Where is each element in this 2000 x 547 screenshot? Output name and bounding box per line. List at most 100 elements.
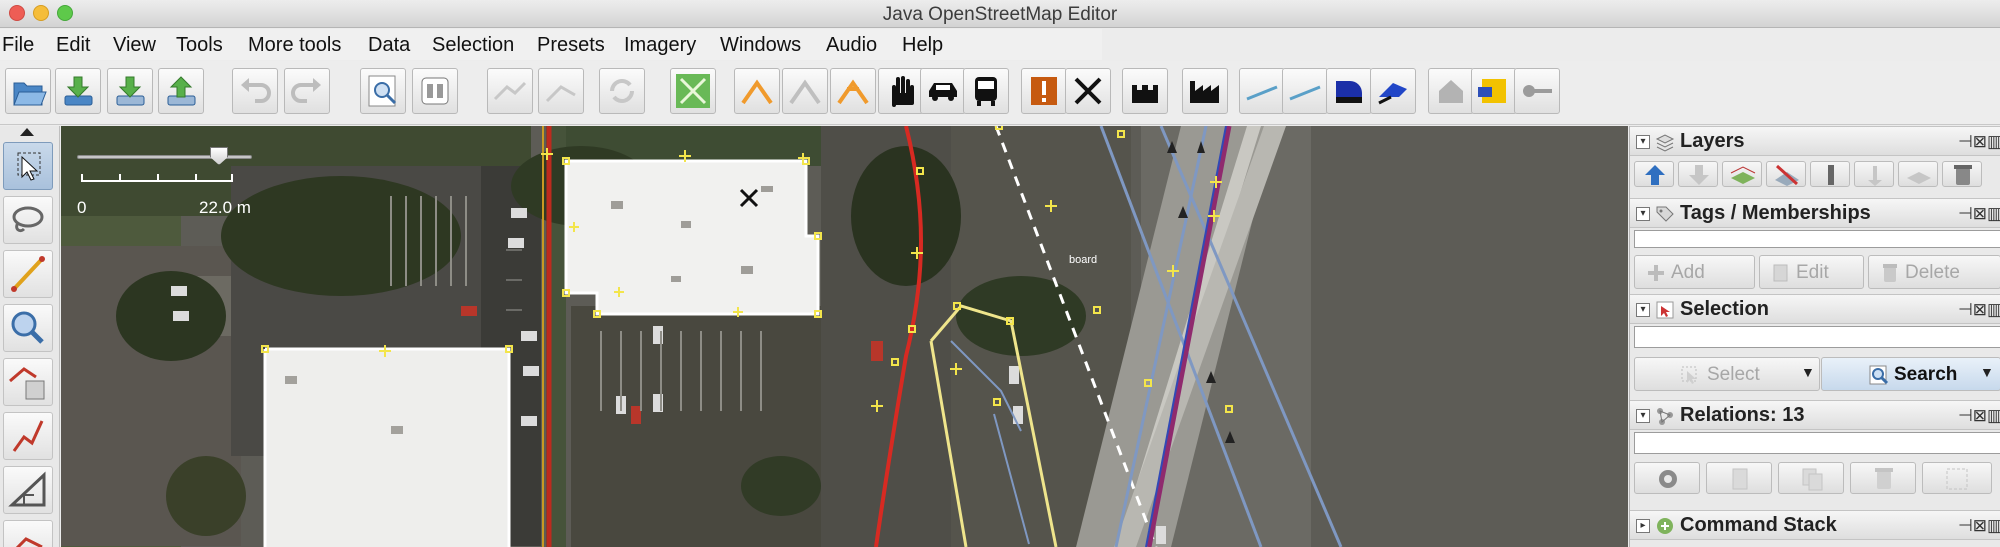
move-down-button[interactable] (1678, 161, 1718, 187)
panel-controls-icon[interactable]: ⊣⊠▥ (1958, 300, 2000, 320)
show-all-button[interactable] (1898, 161, 1938, 187)
opacity-button[interactable] (1810, 161, 1850, 187)
road-preset-3-button[interactable] (830, 68, 876, 114)
zoom-preferences-button[interactable] (360, 68, 406, 114)
selection-panel-header[interactable]: ▾ Selection ⊣⊠▥ (1630, 294, 2000, 324)
menu-audio[interactable]: Audio (826, 34, 877, 57)
zoom-slider-thumb[interactable] (210, 147, 228, 165)
delete-relation-button[interactable] (1850, 462, 1916, 494)
panel-controls-icon[interactable]: ⊣⊠▥ (1958, 516, 2000, 536)
plus-icon (1648, 265, 1664, 281)
building-preset-button[interactable] (1326, 68, 1372, 114)
wireframe-button[interactable] (670, 68, 716, 114)
warning-preset-button[interactable] (1021, 68, 1067, 114)
zoom-tool-icon (11, 311, 44, 344)
split-way-button[interactable] (487, 68, 533, 114)
preferences-icon (421, 77, 449, 105)
move-up-button[interactable] (1634, 161, 1674, 187)
bus-preset-button[interactable] (963, 68, 1009, 114)
relations-list[interactable] (1634, 432, 2000, 454)
menu-view[interactable]: View (113, 34, 156, 57)
menu-presets[interactable]: Presets (537, 34, 605, 57)
scale-tick (119, 174, 121, 182)
line-preset-2-button[interactable] (1282, 68, 1328, 114)
delete-tool-button[interactable] (3, 358, 53, 406)
menu-bar: File Edit View Tools More tools Data Sel… (0, 29, 1102, 60)
menu-windows[interactable]: Windows (720, 34, 801, 57)
menu-tools[interactable]: Tools (176, 34, 223, 57)
relations-panel-header[interactable]: ▾ Relations: 13 ⊣⊠▥ (1630, 400, 2000, 430)
combine-way-button[interactable] (538, 68, 584, 114)
scroll-up-icon[interactable] (20, 128, 34, 136)
improve-tool-button[interactable] (3, 466, 53, 514)
upload-button[interactable] (158, 68, 204, 114)
industrial-preset-button[interactable] (1182, 68, 1228, 114)
hand-preset-button[interactable] (878, 68, 924, 114)
collapse-icon[interactable]: ▾ (1636, 135, 1650, 149)
select-button[interactable]: Select ▼ (1634, 357, 1820, 391)
download-button[interactable] (55, 68, 101, 114)
lasso-tool-button[interactable] (3, 196, 53, 244)
expand-icon[interactable]: ▸ (1636, 519, 1650, 533)
merge-layer-button[interactable] (1722, 161, 1762, 187)
car-preset-button[interactable] (920, 68, 966, 114)
selection-list[interactable] (1634, 326, 2000, 348)
panel-controls-icon[interactable]: ⊣⊠▥ (1958, 204, 2000, 224)
industrial-preset-icon (1190, 81, 1219, 103)
dropdown-arrow-icon[interactable]: ▼ (1980, 364, 1994, 380)
undo-button[interactable] (232, 68, 278, 114)
edit-relation-button[interactable] (1706, 462, 1772, 494)
upload-icon (167, 76, 196, 106)
toggle-visibility-button[interactable] (1766, 161, 1806, 187)
reverse-way-button[interactable] (599, 68, 645, 114)
parallel-tool-button[interactable] (3, 412, 53, 460)
select-members-button[interactable] (1922, 462, 1992, 494)
line-preset-button[interactable] (1239, 68, 1285, 114)
select-tool-button[interactable] (3, 142, 53, 190)
search-button[interactable]: Search ▼ (1821, 357, 2000, 391)
collapse-icon[interactable]: ▾ (1636, 409, 1650, 423)
castle-preset-button[interactable] (1122, 68, 1168, 114)
command-stack-panel-header[interactable]: ▸ Command Stack ⊣⊠▥ (1630, 510, 2000, 540)
new-relation-button[interactable] (1634, 462, 1700, 494)
collapse-icon[interactable]: ▾ (1636, 303, 1650, 317)
edit-tag-button[interactable]: Edit (1759, 255, 1864, 289)
menu-data[interactable]: Data (368, 34, 410, 57)
road-preset-button[interactable] (734, 68, 780, 114)
extrude-tool-button[interactable] (3, 520, 53, 547)
menu-more-tools[interactable]: More tools (248, 34, 341, 57)
duplicate-relation-button[interactable] (1778, 462, 1844, 494)
zoom-tool-button[interactable] (3, 304, 53, 352)
menu-edit[interactable]: Edit (56, 34, 90, 57)
dropdown-arrow-icon[interactable]: ▼ (1801, 364, 1815, 380)
opacity-icon (1828, 165, 1834, 185)
scale-min-label: 0 (77, 198, 87, 217)
panel-controls-icon[interactable]: ⊣⊠▥ (1958, 132, 2000, 152)
zoom-preferences-icon (368, 75, 397, 107)
flag-preset-button[interactable] (1370, 68, 1416, 114)
preferences-button[interactable] (412, 68, 458, 114)
menu-imagery[interactable]: Imagery (624, 34, 696, 57)
download-along-button[interactable] (107, 68, 153, 114)
delete-tag-button[interactable]: Delete (1868, 255, 2000, 289)
menu-file[interactable]: File (2, 34, 34, 57)
menu-selection[interactable]: Selection (432, 34, 514, 57)
menu-help[interactable]: Help (902, 34, 943, 57)
house-preset-button[interactable] (1428, 68, 1474, 114)
collapse-icon[interactable]: ▾ (1636, 207, 1650, 221)
add-tag-button[interactable]: Add (1634, 255, 1755, 289)
redo-button[interactable] (284, 68, 330, 114)
tags-table[interactable] (1634, 230, 2000, 248)
layers-panel-header[interactable]: ▾ Layers ⊣⊠▥ (1630, 126, 2000, 156)
restaurant-preset-button[interactable] (1065, 68, 1111, 114)
panel-controls-icon[interactable]: ⊣⊠▥ (1958, 406, 2000, 426)
shop-preset-button[interactable] (1471, 68, 1517, 114)
draw-tool-button[interactable] (3, 250, 53, 298)
road-preset-2-button[interactable] (782, 68, 828, 114)
map-view[interactable]: 0 22.0 m board (61, 126, 1628, 547)
key-preset-button[interactable] (1514, 68, 1560, 114)
tags-panel-header[interactable]: ▾ Tags / Memberships ⊣⊠▥ (1630, 198, 2000, 228)
open-button[interactable] (5, 68, 51, 114)
delete-layer-button[interactable] (1942, 161, 1982, 187)
activate-layer-button[interactable] (1854, 161, 1894, 187)
